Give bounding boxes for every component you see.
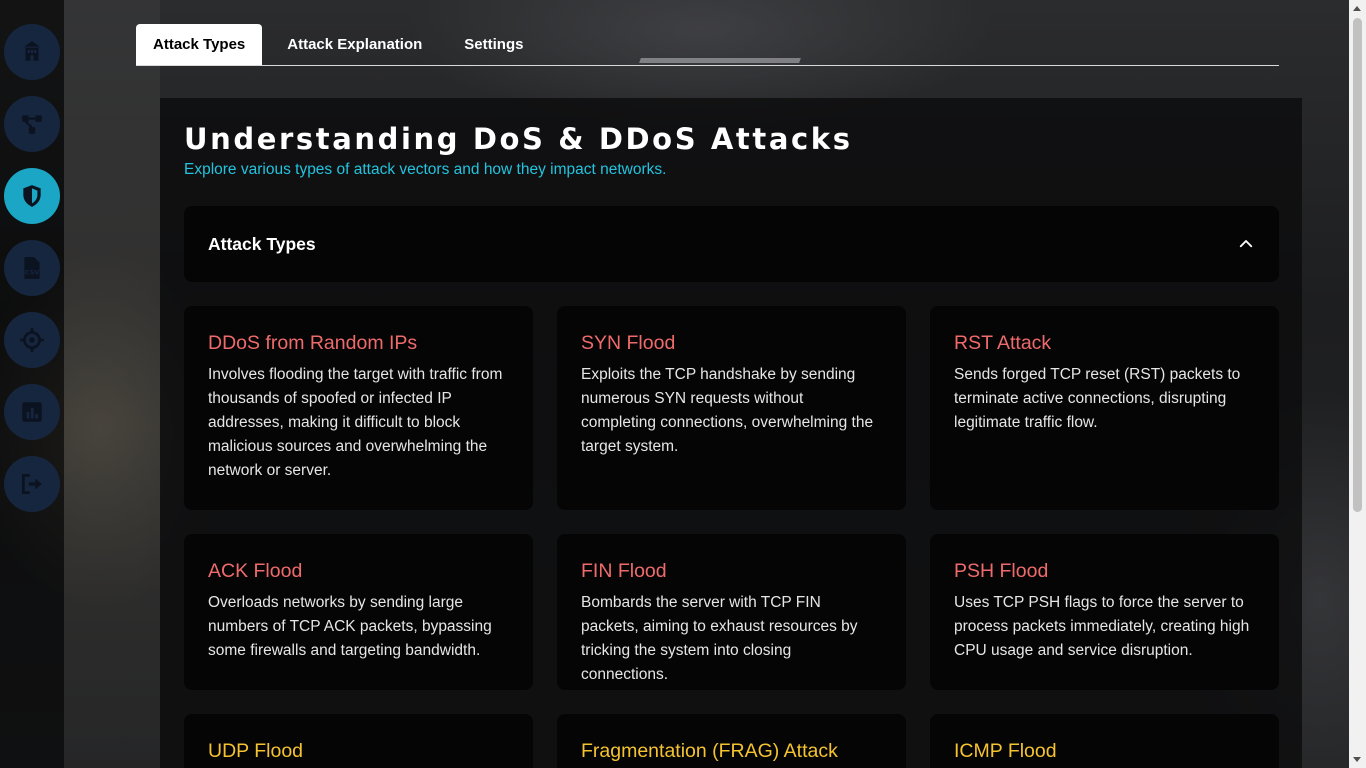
attack-card-ack-flood: ACK Flood Overloads networks by sending … — [184, 534, 533, 690]
sidebar: CSV — [0, 0, 64, 768]
card-title: DDoS from Random IPs — [208, 332, 418, 354]
scrollbar-thumb[interactable] — [1353, 18, 1362, 512]
attack-card-syn-flood: SYN Flood Exploits the TCP handshake by … — [557, 306, 906, 510]
card-description: Bombards the server with TCP FIN packets… — [581, 594, 858, 683]
chevron-up-icon[interactable] — [1237, 235, 1255, 253]
card-title: SYN Flood — [581, 332, 676, 354]
sidebar-item-home[interactable] — [4, 24, 60, 80]
attack-types-accordion-header[interactable]: Attack Types — [184, 206, 1279, 282]
attack-card-icmp-flood: ICMP Flood — [930, 714, 1279, 768]
card-description: Exploits the TCP handshake by sending nu… — [581, 366, 874, 455]
scroll-down-arrow-icon[interactable] — [1353, 757, 1361, 762]
attack-card-ddos-random-ips: DDoS from Random IPs Involves flooding t… — [184, 306, 533, 510]
page-title: Understanding DoS & DDoS Attacks — [184, 122, 853, 156]
sidebar-item-logout[interactable] — [4, 456, 60, 512]
svg-text:CSV: CSV — [25, 269, 40, 277]
crosshair-icon — [20, 328, 44, 352]
card-description: Uses TCP PSH flags to force the server t… — [954, 594, 1250, 659]
background-office-scene — [64, 0, 160, 768]
card-description: Overloads networks by sending large numb… — [208, 594, 492, 659]
sidebar-item-csv[interactable]: CSV — [4, 240, 60, 296]
tab-attack-explanation[interactable]: Attack Explanation — [270, 24, 439, 65]
card-description: Involves flooding the target with traffi… — [208, 366, 503, 479]
building-icon — [24, 41, 40, 61]
tab-bar: Attack Types Attack Explanation Settings — [136, 24, 1279, 66]
csv-file-icon: CSV — [24, 257, 40, 279]
sidebar-item-target[interactable] — [4, 312, 60, 368]
bar-chart-icon — [22, 402, 42, 422]
sidebar-item-analytics[interactable] — [4, 384, 60, 440]
sidebar-item-security[interactable] — [4, 168, 60, 224]
card-title: ACK Flood — [208, 560, 303, 582]
attack-card-rst-attack: RST Attack Sends forged TCP reset (RST) … — [930, 306, 1279, 510]
scroll-up-arrow-icon[interactable] — [1353, 6, 1361, 11]
page-subtitle: Explore various types of attack vectors … — [184, 161, 667, 178]
attack-card-fin-flood: FIN Flood Bombards the server with TCP F… — [557, 534, 906, 690]
attack-card-psh-flood: PSH Flood Uses TCP PSH flags to force th… — [930, 534, 1279, 690]
tab-attack-types[interactable]: Attack Types — [136, 24, 263, 65]
card-description: Sends forged TCP reset (RST) packets to … — [954, 366, 1241, 431]
card-title: FIN Flood — [581, 560, 667, 582]
card-title: PSH Flood — [954, 560, 1049, 582]
card-title: ICMP Flood — [954, 740, 1057, 762]
card-title: UDP Flood — [208, 740, 304, 762]
card-title: Fragmentation (FRAG) Attack — [581, 740, 838, 762]
sidebar-item-network[interactable] — [4, 96, 60, 152]
card-title: RST Attack — [954, 332, 1052, 354]
logout-icon — [21, 473, 42, 495]
attack-card-frag-attack: Fragmentation (FRAG) Attack — [557, 714, 906, 768]
network-icon — [22, 115, 42, 134]
accordion-title: Attack Types — [208, 233, 316, 254]
shield-icon — [23, 185, 41, 207]
tab-settings[interactable]: Settings — [447, 24, 540, 65]
attack-card-udp-flood: UDP Flood — [184, 714, 533, 768]
vertical-scrollbar[interactable] — [1349, 0, 1366, 768]
